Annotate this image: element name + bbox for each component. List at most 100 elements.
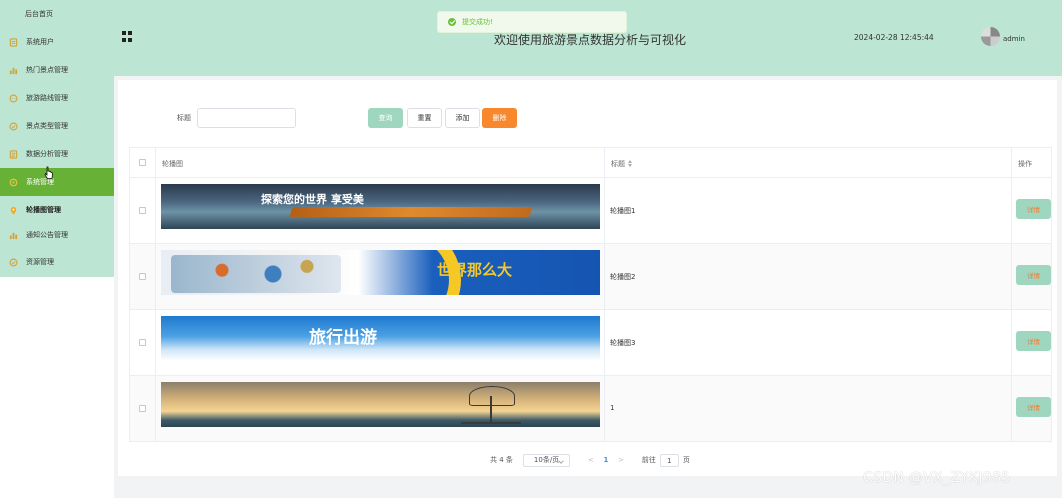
gear-icon	[8, 177, 18, 187]
row-image-cell: 探索您的世界 享受美	[156, 178, 605, 243]
pagination: 共 4 条 10条/页 < 1 > 前往 1 页	[490, 453, 690, 467]
data-table: 轮播图 标题 操作 探索您的世界 享受美 轮播图1 详情 世界那么大 轮播图2 …	[129, 147, 1052, 442]
page-number[interactable]: 1	[600, 456, 612, 464]
sidebar-item-label: 景点类型管理	[26, 122, 68, 130]
row-image-cell: 世界那么大	[156, 244, 605, 309]
sidebar-item-hot-spots[interactable]: 热门景点管理	[0, 56, 114, 84]
sidebar-menu: 后台首页 系统用户 热门景点管理 旅游路线管理 景点类型管理 数据分析管理 系统…	[0, 0, 114, 277]
row-check-cell	[130, 178, 156, 243]
prev-page-button[interactable]: <	[585, 456, 597, 464]
user-doc-icon	[8, 37, 18, 47]
sidebar-item-label: 后台首页	[25, 10, 53, 18]
avatar[interactable]	[981, 27, 1000, 46]
row-check-cell	[130, 310, 156, 375]
next-page-button[interactable]: >	[615, 456, 627, 464]
total-count: 共 4 条	[490, 456, 513, 464]
row-title: 轮播图1	[610, 207, 636, 215]
bar-chart-icon	[8, 65, 18, 75]
row-checkbox[interactable]	[139, 273, 146, 280]
page-title: 欢迎使用旅游景点数据分析与可视化	[494, 33, 687, 47]
document-icon	[8, 149, 18, 159]
page-size-select[interactable]: 10条/页	[522, 453, 570, 467]
row-checkbox[interactable]	[139, 207, 146, 214]
carousel-image: 世界那么大	[161, 250, 600, 295]
tree-graphic	[461, 384, 521, 424]
menu-grid-icon[interactable]	[122, 31, 133, 42]
boat-shape	[289, 207, 533, 217]
header-check-cell	[130, 148, 156, 177]
detail-button[interactable]: 详情	[1016, 199, 1051, 219]
sidebar-item-notices[interactable]: 通知公告管理	[0, 221, 114, 249]
row-checkbox[interactable]	[139, 405, 146, 412]
header-cell: 标题	[605, 148, 1012, 177]
query-button[interactable]: 查询	[368, 108, 403, 128]
sidebar-item-label: 系统用户	[26, 38, 54, 46]
table-row: 探索您的世界 享受美 轮播图1 详情	[130, 178, 1051, 244]
row-image-cell: 旅行出游	[156, 310, 605, 375]
goto-page-input[interactable]: 1	[659, 453, 679, 467]
row-title-cell: 轮播图3	[605, 310, 1012, 375]
success-toast: 提交成功!	[437, 11, 627, 33]
travel-items-graphic	[171, 255, 341, 293]
carousel-image	[161, 382, 600, 427]
title-search-input[interactable]	[197, 108, 296, 128]
table-header: 轮播图 标题 操作	[130, 148, 1051, 178]
header-cell: 操作	[1012, 148, 1051, 177]
row-checkbox[interactable]	[139, 339, 146, 346]
row-title: 轮播图3	[610, 339, 636, 347]
column-header-action: 操作	[1018, 160, 1032, 168]
page-unit-label: 页	[682, 456, 690, 464]
row-title: 1	[610, 404, 615, 412]
row-title-cell: 轮播图1	[605, 178, 1012, 243]
row-check-cell	[130, 376, 156, 441]
sidebar-item-label: 轮播图管理	[26, 206, 61, 214]
sidebar-item-home[interactable]: 后台首页	[0, 0, 114, 28]
username[interactable]: admin	[1003, 35, 1025, 43]
main-panel: 标题 查询 重置 添加 删除 轮播图 标题 操作 探索您的世界 享受美 轮播图1…	[118, 80, 1057, 476]
header-cell: 轮播图	[156, 148, 605, 177]
reset-button[interactable]: 重置	[407, 108, 442, 128]
row-title: 轮播图2	[610, 273, 636, 281]
sidebar-item-label: 热门景点管理	[26, 66, 68, 74]
sort-icon[interactable]	[628, 160, 632, 167]
success-check-icon	[448, 18, 456, 26]
delete-button[interactable]: 删除	[482, 108, 517, 128]
add-button[interactable]: 添加	[445, 108, 480, 128]
check-circle-icon	[8, 257, 18, 267]
row-title-cell: 1	[605, 376, 1012, 441]
mouse-cursor-icon	[44, 166, 54, 180]
toast-message: 提交成功!	[462, 18, 493, 26]
sidebar-item-system-users[interactable]: 系统用户	[0, 28, 114, 56]
sidebar-item-routes[interactable]: 旅游路线管理	[0, 84, 114, 112]
sidebar-item-resources[interactable]: 资源管理	[0, 248, 114, 276]
datetime: 2024-02-28 12:45:44	[854, 33, 934, 42]
location-pin-icon	[8, 205, 18, 215]
search-label: 标题	[177, 114, 191, 122]
sidebar-item-system-manage[interactable]: 系统管理	[0, 166, 114, 196]
sidebar-item-data-analysis[interactable]: 数据分析管理	[0, 140, 114, 168]
watermark: CSDN @VX_ZYKJ985	[863, 470, 1011, 486]
banner-caption: 旅行出游	[309, 328, 377, 348]
sidebar-item-spot-types[interactable]: 景点类型管理	[0, 112, 114, 140]
column-header-title[interactable]: 标题	[611, 159, 632, 169]
detail-button[interactable]: 详情	[1016, 331, 1051, 351]
table-row: 世界那么大 轮播图2 详情	[130, 244, 1051, 310]
row-title-cell: 轮播图2	[605, 244, 1012, 309]
sidebar-item-label: 通知公告管理	[26, 231, 68, 239]
check-circle-icon	[8, 121, 18, 131]
goto-label: 前往	[641, 456, 656, 464]
table-row: 旅行出游 轮播图3 详情	[130, 310, 1051, 376]
table-row: 1 详情	[130, 376, 1051, 442]
sidebar: 后台首页 系统用户 热门景点管理 旅游路线管理 景点类型管理 数据分析管理 系统…	[0, 0, 114, 498]
carousel-image: 旅行出游	[161, 316, 600, 361]
select-all-checkbox[interactable]	[139, 159, 146, 166]
row-action-cell: 详情	[1012, 376, 1051, 441]
bar-chart-icon	[8, 230, 18, 240]
carousel-image: 探索您的世界 享受美	[161, 184, 600, 229]
sidebar-item-carousel[interactable]: 轮播图管理	[0, 196, 114, 224]
row-action-cell: 详情	[1012, 310, 1051, 375]
row-check-cell	[130, 244, 156, 309]
detail-button[interactable]: 详情	[1016, 265, 1051, 285]
detail-button[interactable]: 详情	[1016, 397, 1051, 417]
banner-caption: 探索您的世界 享受美	[261, 193, 364, 206]
